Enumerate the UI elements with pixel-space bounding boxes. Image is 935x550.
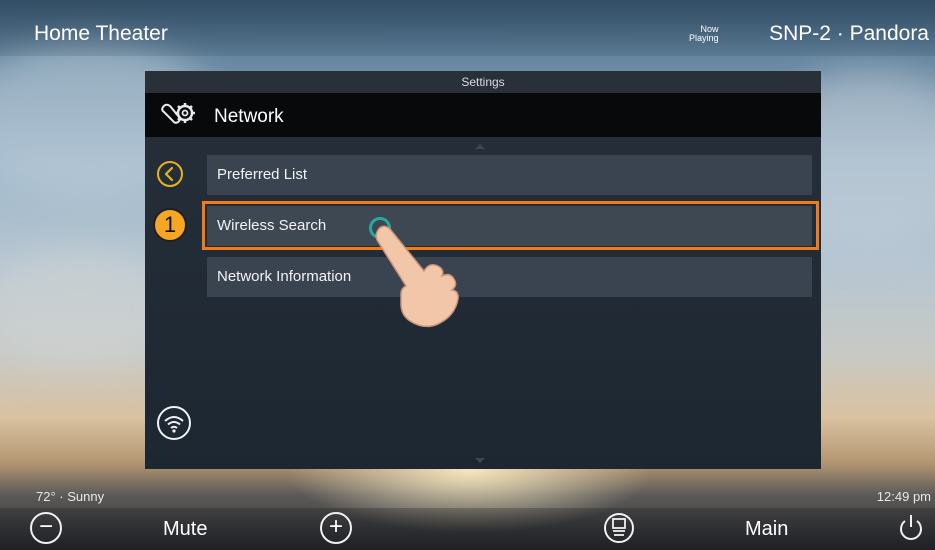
scroll-down-indicator	[475, 458, 485, 463]
wifi-button[interactable]	[157, 406, 191, 440]
media-source-icon[interactable]	[603, 512, 635, 544]
step-number-badge: 1	[153, 208, 187, 242]
panel-title: Settings	[145, 71, 821, 93]
now-playing-line2: Playing	[689, 33, 719, 43]
section-title: Network	[214, 106, 284, 127]
list-item-label: Network Information	[217, 268, 352, 285]
step-highlight-box	[202, 201, 819, 250]
wifi-icon	[164, 416, 184, 433]
chevron-left-icon	[164, 166, 174, 182]
power-icon[interactable]	[895, 512, 927, 544]
back-button[interactable]	[157, 161, 183, 187]
pointing-hand-icon	[375, 225, 459, 328]
clock-readout: 12:49 pm	[876, 489, 931, 504]
scroll-up-indicator	[475, 144, 485, 149]
main-menu-button[interactable]: Main	[745, 518, 788, 541]
room-title[interactable]: Home Theater	[34, 22, 168, 46]
bottom-control-bar	[0, 508, 935, 550]
weather-readout: 72° · Sunny	[36, 489, 105, 504]
volume-down-button[interactable]: −	[30, 512, 62, 544]
list-item-label: Preferred List	[217, 166, 308, 183]
now-playing-label: Now Playing	[689, 25, 719, 43]
now-playing-source[interactable]: SNP-2 · Pandora	[769, 22, 929, 46]
list-item-preferred-list[interactable]: Preferred List	[207, 155, 812, 195]
mute-button[interactable]: Mute	[163, 518, 207, 541]
section-header: Network	[145, 93, 821, 137]
gear-wrench-icon	[161, 103, 195, 124]
top-bar: Home Theater Now Playing SNP-2 · Pandora	[0, 0, 935, 56]
volume-up-button[interactable]: +	[320, 512, 352, 544]
list-item-network-information[interactable]: Network Information	[207, 257, 812, 297]
